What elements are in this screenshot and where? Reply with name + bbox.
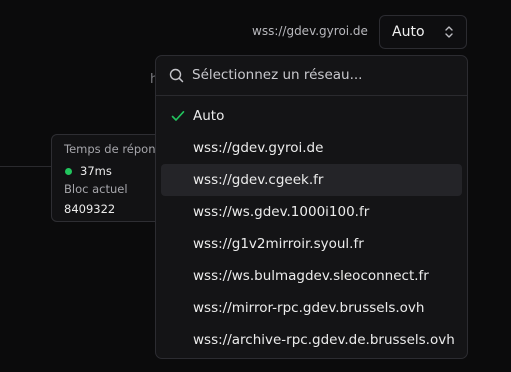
- network-option-label: wss://gdev.cgeek.fr: [193, 172, 324, 188]
- network-option-label: wss://ws.bulmagdev.sleoconnect.fr: [193, 268, 429, 284]
- current-block-value: 8409322: [64, 202, 116, 216]
- status-dot-icon: [65, 167, 72, 175]
- network-option-cgeek[interactable]: wss://gdev.cgeek.fr: [161, 164, 462, 196]
- network-select-button[interactable]: Auto: [379, 15, 467, 49]
- network-option-label: wss://mirror-rpc.gdev.brussels.ovh: [193, 300, 425, 316]
- response-time-value: 37ms: [80, 164, 112, 178]
- network-option-syoul[interactable]: wss://g1v2mirroir.syoul.fr: [161, 228, 462, 260]
- search-icon: [169, 68, 184, 83]
- network-option-sleoconnect[interactable]: wss://ws.bulmagdev.sleoconnect.fr: [161, 260, 462, 292]
- network-option-label: wss://archive-rpc.gdev.de.brussels.ovh: [193, 332, 455, 348]
- network-option-archive-rpc[interactable]: wss://archive-rpc.gdev.de.brussels.ovh: [161, 324, 462, 356]
- app-root: h wss://gdev.gyroi.de Auto Temps de répo…: [0, 0, 511, 372]
- network-dropdown: Auto wss://gdev.gyroi.de wss://gdev.cgee…: [155, 55, 468, 359]
- network-select-value: Auto: [392, 24, 425, 40]
- chart-line: [0, 166, 52, 167]
- network-option-label: wss://gdev.gyroi.de: [193, 140, 324, 156]
- network-option-label: Auto: [193, 108, 225, 124]
- network-options-list: Auto wss://gdev.gyroi.de wss://gdev.cgee…: [156, 96, 467, 356]
- network-option-mirror-rpc[interactable]: wss://mirror-rpc.gdev.brussels.ovh: [161, 292, 462, 324]
- current-endpoint-label: wss://gdev.gyroi.de: [252, 24, 368, 38]
- network-search-input[interactable]: [192, 64, 452, 86]
- network-option-gyroi[interactable]: wss://gdev.gyroi.de: [161, 132, 462, 164]
- current-block-label: Bloc actuel: [64, 182, 128, 196]
- network-option-1000i100[interactable]: wss://ws.gdev.1000i100.fr: [161, 196, 462, 228]
- response-time-label: Temps de réponse: [64, 142, 169, 156]
- network-option-label: wss://ws.gdev.1000i100.fr: [193, 204, 370, 220]
- chevron-up-down-icon: [445, 26, 453, 38]
- check-icon: [171, 111, 185, 121]
- network-option-label: wss://g1v2mirroir.syoul.fr: [193, 236, 364, 252]
- network-option-auto[interactable]: Auto: [161, 100, 462, 132]
- response-time-row: 37ms: [64, 161, 169, 181]
- search-row: [156, 56, 467, 96]
